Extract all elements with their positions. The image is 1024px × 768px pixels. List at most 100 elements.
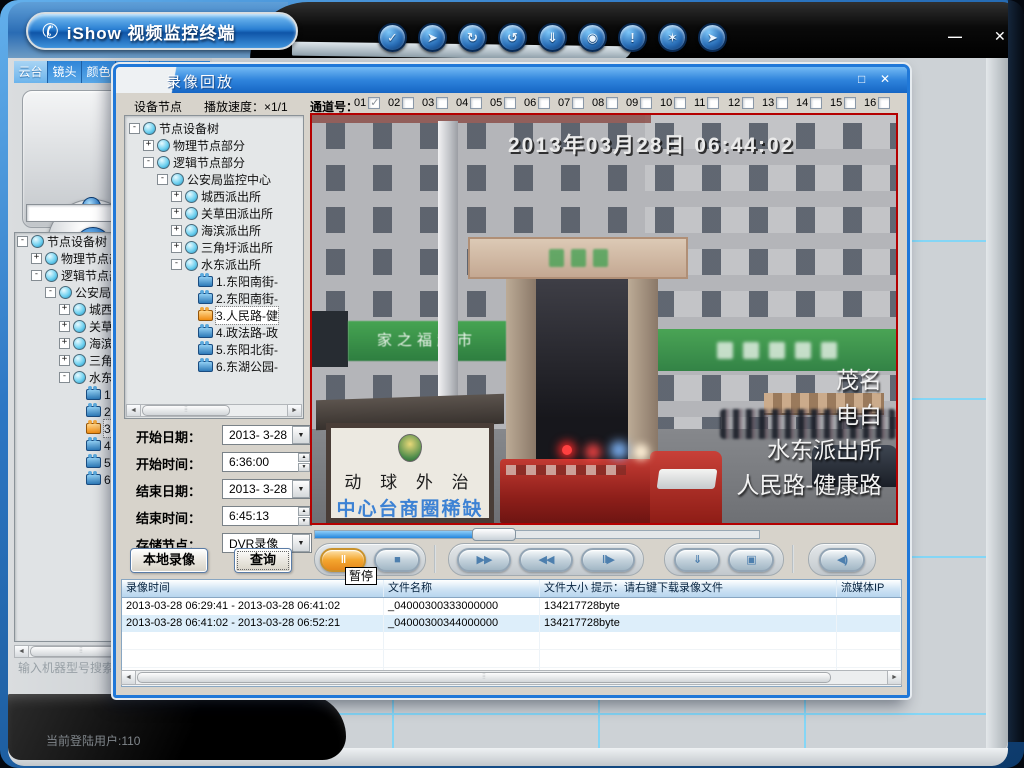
tree-expander[interactable]: -: [171, 259, 182, 270]
tree-item[interactable]: +海滨派出所: [127, 222, 303, 239]
tab-3[interactable]: 颜色: [82, 61, 116, 83]
tree-expander[interactable]: +: [59, 321, 70, 332]
channel-checkbox-15[interactable]: [844, 97, 856, 109]
channel-checkbox-07[interactable]: [572, 97, 584, 109]
end-time-spinner[interactable]: ▲▼: [298, 507, 310, 526]
tree-expander[interactable]: -: [45, 287, 56, 298]
tree-item[interactable]: +关草田派出所: [127, 205, 303, 222]
tree-expander[interactable]: +: [59, 355, 70, 366]
tree-expander[interactable]: +: [171, 225, 182, 236]
video-player[interactable]: 家之福超市 动 球 外 治 中心台商圈稀缺 2013年03月28日 06:44:…: [310, 113, 898, 525]
query-button[interactable]: 查询: [234, 548, 292, 573]
channel-checkbox-10[interactable]: [674, 97, 686, 109]
tree-expander[interactable]: +: [59, 304, 70, 315]
tree-expander[interactable]: +: [171, 191, 182, 202]
device-tree[interactable]: -节点设备树+物理节点部分-逻辑节点部分-公安局监控中心+城西派出所+关草田派出…: [127, 120, 303, 404]
tree-item[interactable]: +城西派出所: [127, 188, 303, 205]
scroll-left-icon[interactable]: ◄: [122, 671, 136, 684]
end-time-field[interactable]: 6:45:13▲▼: [222, 506, 312, 526]
rewind-button[interactable]: ◀◀: [519, 548, 573, 572]
channel-checkbox-06[interactable]: [538, 97, 550, 109]
tree-item[interactable]: 5.东阳北街-: [127, 341, 303, 358]
tree-expander[interactable]: +: [59, 338, 70, 349]
start-date-dropdown-icon[interactable]: ▼: [292, 426, 310, 444]
dialog-titlebar[interactable]: 录像回放 □ ✕: [116, 67, 907, 93]
channel-checkbox-01[interactable]: [368, 97, 380, 109]
scroll-left-icon[interactable]: ◄: [127, 405, 141, 416]
tree-expander[interactable]: +: [143, 140, 154, 151]
tree-expander[interactable]: -: [17, 236, 28, 247]
dialog-close-button[interactable]: ✕: [880, 73, 890, 85]
device-search-placeholder[interactable]: 输入机器型号搜索: [18, 659, 114, 676]
pointer-button[interactable]: ➤: [698, 23, 727, 52]
table-row[interactable]: 2013-03-28 06:41:02 - 2013-03-28 06:52:2…: [122, 615, 901, 632]
step-play-button[interactable]: ‖▶: [581, 548, 635, 572]
tree-item[interactable]: 6.东湖公园-: [127, 358, 303, 375]
tree-item[interactable]: 3.人民路-健: [127, 307, 303, 324]
tree-item[interactable]: +三角圩派出所: [127, 239, 303, 256]
save-as-button[interactable]: ▣: [728, 548, 774, 572]
settings-button[interactable]: ✶: [658, 23, 687, 52]
local-record-button[interactable]: 本地录像: [130, 548, 208, 573]
tree-expander[interactable]: -: [59, 372, 70, 383]
start-time-field[interactable]: 6:36:00▲▼: [222, 452, 312, 472]
tree-item[interactable]: -逻辑节点部分: [127, 154, 303, 171]
start-date-field[interactable]: 2013- 3-28▼: [222, 425, 312, 445]
channel-checkbox-03[interactable]: [436, 97, 448, 109]
channel-checkbox-13[interactable]: [776, 97, 788, 109]
tree-scrollbar[interactable]: ◄ ►: [126, 404, 302, 417]
tree-item[interactable]: -公安局监控中心: [127, 171, 303, 188]
shield-button[interactable]: ✓: [378, 23, 407, 52]
scroll-right-icon[interactable]: ►: [887, 671, 901, 684]
channel-checkbox-16[interactable]: [878, 97, 890, 109]
scrollbar-thumb[interactable]: [137, 672, 831, 683]
channel-checkbox-12[interactable]: [742, 97, 754, 109]
download-button[interactable]: ⇓: [538, 23, 567, 52]
tree-expander[interactable]: -: [129, 123, 140, 134]
tab-2[interactable]: 镜头: [48, 61, 82, 83]
tree-item[interactable]: 2.东阳南街-: [127, 290, 303, 307]
tree-item[interactable]: -水东派出所: [127, 256, 303, 273]
table-row[interactable]: 2013-03-28 06:29:41 - 2013-03-28 06:41:0…: [122, 598, 901, 615]
tree-item[interactable]: -节点设备树: [127, 120, 303, 137]
refresh-button[interactable]: ↻: [458, 23, 487, 52]
channel-checkbox-02[interactable]: [402, 97, 414, 109]
channel-checkbox-05[interactable]: [504, 97, 516, 109]
dialog-maximize-button[interactable]: □: [858, 73, 865, 85]
scroll-right-icon[interactable]: ►: [287, 405, 301, 416]
close-button[interactable]: ✕: [994, 28, 1006, 45]
channel-checkbox-11[interactable]: [707, 97, 719, 109]
tree-expander[interactable]: +: [171, 208, 182, 219]
monitor-button[interactable]: ◉: [578, 23, 607, 52]
ptz-control-button[interactable]: ➤: [418, 23, 447, 52]
tree-item[interactable]: +物理节点部分: [127, 137, 303, 154]
tree-expander[interactable]: -: [31, 270, 42, 281]
channel-checkbox-04[interactable]: [470, 97, 482, 109]
column-header[interactable]: 流媒体IP: [837, 580, 901, 597]
end-date-dropdown-icon[interactable]: ▼: [292, 480, 310, 498]
scroll-left-icon[interactable]: ◄: [15, 646, 29, 657]
storage-node-dropdown-icon[interactable]: ▼: [292, 534, 310, 552]
tab-1[interactable]: 云台: [14, 61, 48, 83]
scrollbar-thumb[interactable]: [142, 405, 230, 416]
fast-forward-button[interactable]: ▶▶: [457, 548, 511, 572]
alarm-button[interactable]: !: [618, 23, 647, 52]
tree-expander[interactable]: -: [157, 174, 168, 185]
playback-progress-thumb[interactable]: [472, 528, 516, 541]
table-scrollbar[interactable]: ◄ ►: [121, 670, 902, 685]
replay-button[interactable]: ↺: [498, 23, 527, 52]
tree-expander[interactable]: +: [31, 253, 42, 264]
download-button[interactable]: ⇓: [674, 548, 720, 572]
tree-expander[interactable]: -: [143, 157, 154, 168]
column-header[interactable]: 文件大小 提示：请右键下载录像文件: [540, 580, 837, 597]
column-header[interactable]: 文件名称: [384, 580, 540, 597]
channel-checkbox-14[interactable]: [810, 97, 822, 109]
tree-expander[interactable]: +: [171, 242, 182, 253]
end-date-field[interactable]: 2013- 3-28▼: [222, 479, 312, 499]
tree-item[interactable]: 1.东阳南街-: [127, 273, 303, 290]
start-time-spinner[interactable]: ▲▼: [298, 453, 310, 472]
channel-checkbox-09[interactable]: [640, 97, 652, 109]
minimize-button[interactable]: —: [948, 28, 962, 44]
audio-button[interactable]: ◀): [819, 548, 865, 572]
channel-checkbox-08[interactable]: [606, 97, 618, 109]
